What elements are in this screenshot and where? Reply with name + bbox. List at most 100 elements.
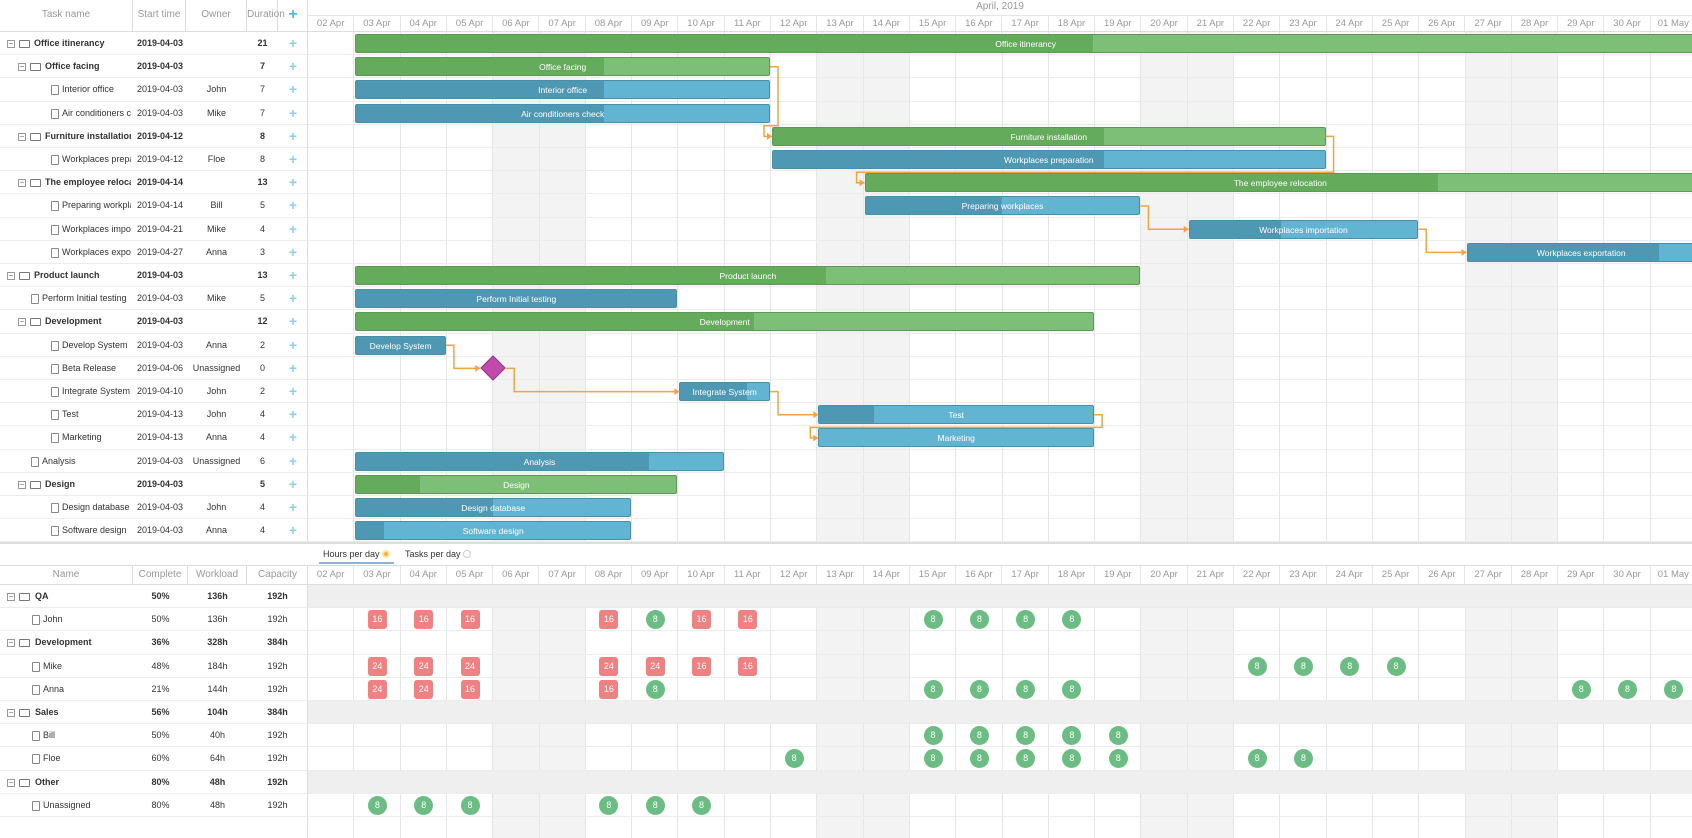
add-subtask-button[interactable]: +	[278, 194, 308, 217]
resource-row[interactable]: − Other 80% 48h 192h	[0, 771, 308, 794]
add-subtask-button[interactable]: +	[278, 310, 308, 333]
task-row[interactable]: Workplaces importation 2019-04-21 Mike 4 +	[0, 218, 308, 241]
overload-cell[interactable]: 16	[460, 610, 480, 630]
resource-row[interactable]: Floe 60% 64h 192h	[0, 747, 308, 771]
workload-cell[interactable]: 8	[1247, 656, 1267, 676]
workload-cell[interactable]: 8	[1571, 679, 1591, 699]
workload-cell[interactable]: 8	[1062, 610, 1082, 630]
workload-cell[interactable]: 8	[460, 795, 480, 815]
workload-cell[interactable]: 8	[923, 749, 943, 769]
workload-cell[interactable]: 8	[1386, 656, 1406, 676]
add-subtask-button[interactable]: +	[278, 241, 308, 264]
task-row[interactable]: Air conditioners check 2019-04-03 Mike 7 +	[0, 102, 308, 125]
overload-cell[interactable]: 24	[599, 656, 619, 676]
workload-cell[interactable]: 8	[1062, 726, 1082, 746]
task-row[interactable]: Test 2019-04-13 John 4 +	[0, 403, 308, 427]
workload-cell[interactable]: 8	[645, 679, 665, 699]
col-header-duration[interactable]: Duration	[247, 0, 285, 32]
overload-cell[interactable]: 16	[367, 610, 387, 630]
add-subtask-button[interactable]: +	[278, 334, 308, 357]
add-subtask-button[interactable]: +	[278, 125, 308, 148]
overload-cell[interactable]: 16	[738, 610, 758, 630]
dependency-link[interactable]	[763, 66, 779, 138]
add-subtask-button[interactable]: +	[278, 287, 308, 310]
collapse-toggle-icon[interactable]: −	[7, 709, 15, 717]
add-subtask-button[interactable]: +	[278, 496, 308, 519]
resource-row[interactable]: John 50% 136h 192h	[0, 608, 308, 632]
task-row[interactable]: Preparing workplaces 2019-04-14 Bill 5 +	[0, 194, 308, 218]
workload-cell[interactable]: 8	[692, 795, 712, 815]
task-row[interactable]: − Product launch 2019-04-03 13 +	[0, 264, 308, 288]
task-row[interactable]: − Office itinerancy 2019-04-03 21 +	[0, 32, 308, 56]
add-subtask-button[interactable]: +	[278, 148, 308, 171]
workload-cell[interactable]: 8	[1016, 749, 1036, 769]
workload-cell[interactable]: 8	[1247, 749, 1267, 769]
dependency-link[interactable]	[1140, 205, 1189, 230]
dependency-link[interactable]	[809, 414, 1103, 439]
workload-cell[interactable]: 8	[923, 679, 943, 699]
workload-cell[interactable]: 8	[367, 795, 387, 815]
task-row[interactable]: Design database 2019-04-03 John 4 +	[0, 496, 308, 520]
overload-cell[interactable]: 16	[599, 610, 619, 630]
overload-cell[interactable]: 16	[738, 656, 758, 676]
collapse-toggle-icon[interactable]: −	[18, 179, 26, 188]
add-subtask-button[interactable]: +	[278, 218, 308, 241]
resource-row[interactable]: − Development 36% 328h 384h	[0, 631, 308, 655]
overload-cell[interactable]: 24	[367, 656, 387, 676]
task-row[interactable]: Software design 2019-04-03 Anna 4 +	[0, 519, 308, 543]
collapse-toggle-icon[interactable]: −	[18, 132, 26, 141]
add-subtask-button[interactable]: +	[278, 102, 308, 125]
dependency-link[interactable]	[855, 135, 1335, 184]
dependency-link[interactable]	[1418, 228, 1467, 254]
task-row[interactable]: Beta Release 2019-04-06 Unassigned 0 +	[0, 357, 308, 380]
workload-cell[interactable]: 8	[1340, 656, 1360, 676]
workload-cell[interactable]: 8	[1618, 679, 1638, 699]
overload-cell[interactable]: 24	[414, 656, 434, 676]
workload-cell[interactable]: 8	[969, 679, 989, 699]
collapse-toggle-icon[interactable]: −	[7, 778, 15, 787]
col-header-task-name[interactable]: Task name	[0, 0, 133, 32]
workload-cell[interactable]: 8	[1016, 610, 1036, 630]
resource-row[interactable]: Anna 21% 144h 192h	[0, 678, 308, 701]
workload-cell[interactable]: 8	[1016, 679, 1036, 699]
workload-cell[interactable]: 8	[784, 749, 804, 769]
workload-cell[interactable]: 8	[599, 795, 619, 815]
overload-cell[interactable]: 24	[645, 656, 665, 676]
resource-row[interactable]: − Sales 56% 104h 384h	[0, 701, 308, 725]
task-row[interactable]: Analysis 2019-04-03 Unassigned 6 +	[0, 450, 308, 473]
workload-cell[interactable]: 8	[969, 610, 989, 630]
workload-cell[interactable]: 8	[1108, 749, 1128, 769]
workload-cell[interactable]: 8	[414, 795, 434, 815]
col-header-owner[interactable]: Owner	[186, 0, 247, 32]
overload-cell[interactable]: 16	[414, 610, 434, 630]
workload-cell[interactable]: 8	[1293, 656, 1313, 676]
add-subtask-button[interactable]: +	[278, 78, 308, 101]
task-row[interactable]: Develop System 2019-04-03 Anna 2 +	[0, 334, 308, 357]
col-header-complete[interactable]: Complete	[133, 566, 188, 585]
add-subtask-button[interactable]: +	[278, 264, 308, 287]
collapse-toggle-icon[interactable]: −	[7, 40, 15, 48]
workload-cell[interactable]: 8	[1062, 679, 1082, 699]
dependency-link[interactable]	[445, 344, 481, 370]
tab-hours-per-day[interactable]: Hours per day	[319, 544, 395, 564]
add-subtask-button[interactable]: +	[278, 519, 308, 542]
overload-cell[interactable]: 24	[367, 679, 387, 699]
task-row[interactable]: − Office facing 2019-04-03 7 +	[0, 55, 308, 79]
workload-cell[interactable]: 8	[1108, 726, 1128, 746]
task-row[interactable]: Interior office 2019-04-03 John 7 +	[0, 78, 308, 102]
add-task-button[interactable]: +	[278, 0, 308, 30]
collapse-toggle-icon[interactable]: −	[7, 639, 15, 648]
add-subtask-button[interactable]: +	[278, 357, 308, 380]
task-row[interactable]: − Design 2019-04-03 5 +	[0, 473, 308, 496]
workload-cell[interactable]: 8	[969, 749, 989, 769]
add-subtask-button[interactable]: +	[278, 403, 308, 426]
task-row[interactable]: Workplaces exportation 2019-04-27 Anna 3 +	[0, 241, 308, 264]
add-subtask-button[interactable]: +	[278, 380, 308, 403]
overload-cell[interactable]: 24	[414, 679, 434, 699]
overload-cell[interactable]: 24	[460, 656, 480, 676]
workload-cell[interactable]: 8	[923, 610, 943, 630]
dependency-link[interactable]	[506, 367, 680, 393]
collapse-toggle-icon[interactable]: −	[7, 593, 15, 601]
col-header-name[interactable]: Name	[0, 566, 133, 585]
add-subtask-button[interactable]: +	[278, 32, 308, 55]
